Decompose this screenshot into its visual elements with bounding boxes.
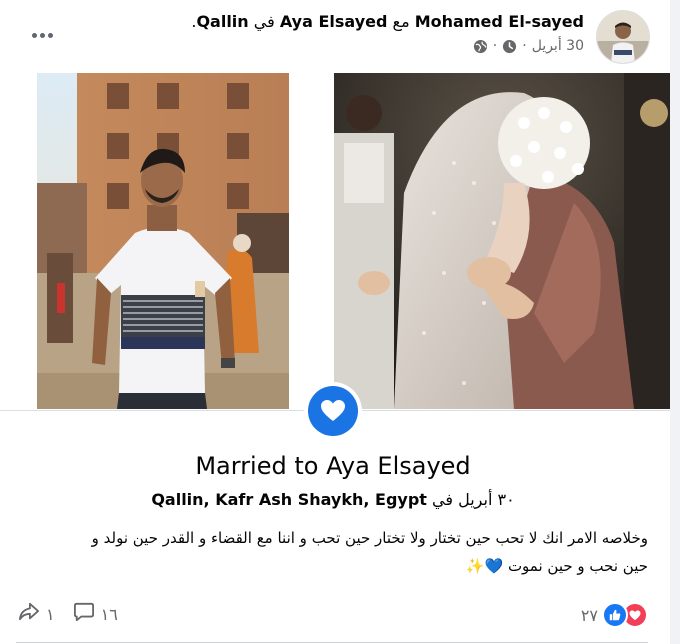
caption-emoji: 💙✨: [465, 557, 504, 575]
photo-bride[interactable]: [334, 73, 670, 409]
dot-icon: [47, 32, 53, 38]
footer-divider: [16, 642, 648, 643]
reactions-summary[interactable]: ٢٧: [581, 602, 648, 628]
reactions-count: ٢٧: [580, 605, 598, 625]
shares-stat[interactable]: ١: [18, 602, 55, 626]
photo-grid: [0, 73, 670, 410]
caption-line-1: وخلاصه الامر انك لا تحب حين تختار ولا تخ…: [91, 529, 648, 547]
comments-count: ١٦: [100, 604, 118, 624]
reaction-icons: [602, 602, 648, 628]
meta-separator-2: ·: [492, 38, 498, 54]
meta-separator: ·: [522, 38, 527, 54]
shares-count: ١: [46, 604, 55, 624]
clock-icon: [502, 39, 517, 54]
post-header: Mohamed El-sayed مع Aya Elsayed في Qalli…: [0, 0, 670, 72]
engagement-stats: ١ ١٦: [18, 602, 118, 626]
dot-icon: [39, 32, 45, 38]
comments-stat[interactable]: ١٦: [73, 602, 118, 626]
caption-line-2-text: حين نحب و حين نموت: [507, 557, 648, 575]
globe-icon[interactable]: [473, 39, 488, 54]
in-word: في: [253, 12, 275, 31]
life-event-badge: [304, 382, 362, 440]
life-event-title: Married to Aya Elsayed: [195, 452, 471, 480]
author-name[interactable]: Mohamed El-sayed: [415, 12, 584, 31]
avatar[interactable]: [596, 10, 650, 64]
photo-groom[interactable]: [37, 73, 289, 409]
more-options-button[interactable]: [30, 25, 54, 45]
life-event-subtitle: ٣٠ أبريل في Qallin, Kafr Ash Shaykh, Egy…: [0, 488, 666, 512]
post-title: Mohamed El-sayed مع Aya Elsayed في Qalli…: [191, 11, 584, 33]
life-event-date: ٣٠ أبريل في: [432, 490, 515, 509]
feed-background: [670, 0, 680, 644]
post-footer: ٢٧ ١ ١٦: [0, 598, 670, 632]
with-word: مع: [392, 12, 410, 31]
tagged-name[interactable]: Aya Elsayed: [280, 12, 388, 31]
post-date[interactable]: 30 أبريل: [532, 38, 584, 54]
dot-icon: [31, 32, 37, 38]
heart-icon: [308, 386, 358, 436]
post-caption: وخلاصه الامر انك لا تحب حين تختار ولا تخ…: [18, 524, 648, 580]
like-icon: [602, 602, 628, 628]
post-meta: 30 أبريل · ·: [473, 38, 584, 54]
life-event-location[interactable]: Qallin, Kafr Ash Shaykh, Egypt: [151, 490, 427, 509]
place-name[interactable]: Qallin: [196, 12, 248, 31]
post-card: Mohamed El-sayed مع Aya Elsayed في Qalli…: [0, 0, 670, 644]
share-icon: [18, 602, 40, 626]
caption-line-2: حين نحب و حين نموت 💙✨: [18, 552, 648, 580]
comment-icon: [73, 602, 95, 626]
